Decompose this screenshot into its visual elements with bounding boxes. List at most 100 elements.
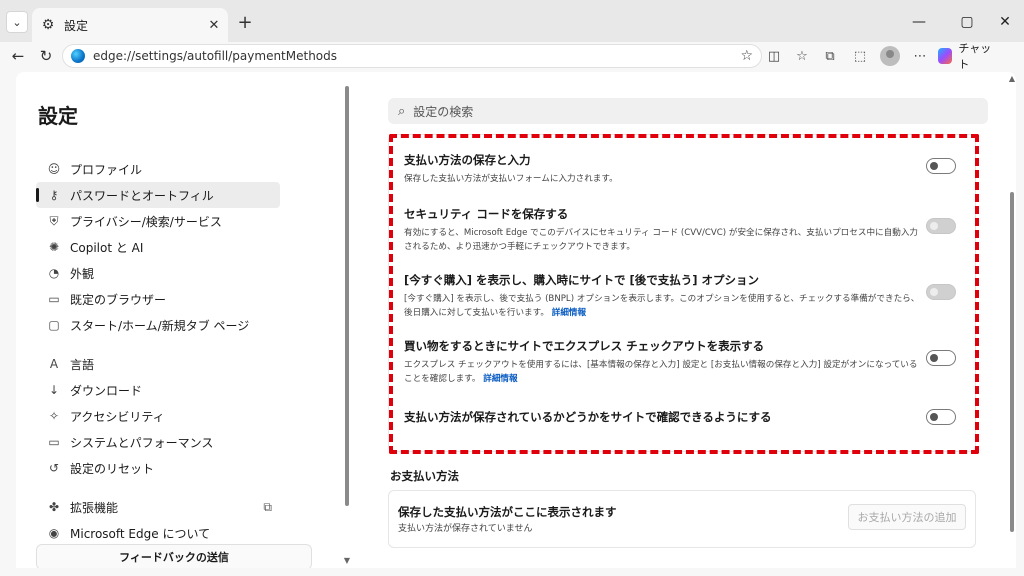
maximize-icon: ▢ <box>960 14 974 30</box>
sidebar-item-label: プロファイル <box>70 162 143 177</box>
setting-description-text: [今すぐ購入] を表示し、後で支払う (BNPL) オプションを表示します。この… <box>404 294 920 318</box>
minimize-button[interactable]: — <box>902 10 936 34</box>
setting-description: 保存した支払い方法が支払いフォームに入力されます。 <box>404 174 618 184</box>
toggle-bnpl[interactable] <box>926 284 956 300</box>
settings-sidebar: 設定 ☺ プロファイル ⚷ パスワードとオートフィル ⛨ プライバシー/検索/サ… <box>16 72 346 568</box>
settings-search-input[interactable]: ⌕ 設定の検索 <box>388 98 988 124</box>
setting-row-check-saved: 支払い方法が保存されているかどうかをサイトで確認できるようにする <box>404 409 964 425</box>
sidebar-item-label: 拡張機能 <box>70 500 119 515</box>
toggle-check-saved[interactable] <box>926 409 956 425</box>
appearance-icon: ◔ <box>48 266 60 280</box>
back-button[interactable]: ← <box>6 44 30 68</box>
new-tab-button[interactable]: + <box>234 11 256 33</box>
scroll-down-icon[interactable]: ▼ <box>343 556 351 565</box>
collections-icon: ⧉ <box>825 48 835 64</box>
screenshot-button[interactable]: ⬚ <box>848 44 872 68</box>
sidebar-item-system[interactable]: ▭ システムとパフォーマンス <box>36 429 280 455</box>
setting-description: エクスプレス チェックアウトを使用するには、[基本情報の保存と入力] 設定と [… <box>404 358 924 386</box>
setting-title: 買い物をするときにサイトでエクスプレス チェックアウトを表示する <box>404 339 765 353</box>
sidebar-item-privacy[interactable]: ⛨ プライバシー/検索/サービス <box>36 208 280 234</box>
toggle-save-payment[interactable] <box>926 158 956 174</box>
setting-row-express-checkout: 買い物をするときにサイトでエクスプレス チェックアウトを表示する エクスプレス … <box>404 338 964 386</box>
more-options-button[interactable]: ⋯ <box>908 44 932 68</box>
plus-icon: + <box>237 11 253 33</box>
copilot-icon: ✺ <box>48 240 60 254</box>
maximize-button[interactable]: ▢ <box>950 10 984 34</box>
sidebar-item-about[interactable]: ◉ Microsoft Edge について <box>36 520 280 546</box>
sidebar-item-appearance[interactable]: ◔ 外観 <box>36 260 280 286</box>
learn-more-link[interactable]: 詳細情報 <box>483 374 517 384</box>
screenshot-icon: ⬚ <box>853 48 867 64</box>
setting-description: [今すぐ購入] を表示し、後で支払う (BNPL) オプションを表示します。この… <box>404 292 924 320</box>
sidebar-item-label: Copilot と AI <box>70 240 144 255</box>
sidebar-item-downloads[interactable]: ↓ ダウンロード <box>36 377 280 403</box>
sidebar-item-profile[interactable]: ☺ プロファイル <box>36 156 280 182</box>
sidebar-item-label: 既定のブラウザー <box>70 292 167 307</box>
settings-page: 設定 ☺ プロファイル ⚷ パスワードとオートフィル ⛨ プライバシー/検索/サ… <box>16 72 1016 568</box>
edge-icon: ◉ <box>48 526 60 540</box>
edge-logo-icon <box>71 49 85 63</box>
avatar[interactable] <box>880 46 900 66</box>
setting-title: [今すぐ購入] を表示し、購入時にサイトで [後で支払う] オプション <box>404 273 760 287</box>
add-payment-method-button[interactable]: お支払い方法の追加 <box>848 504 966 530</box>
sidebar-scrollbar[interactable]: ▼ <box>343 72 351 568</box>
sidebar-item-default-browser[interactable]: ▭ 既定のブラウザー <box>36 286 280 312</box>
sidebar-item-accessibility[interactable]: ✧ アクセシビリティ <box>36 403 280 429</box>
payment-methods-empty-subtitle: 支払い方法が保存されていません <box>398 524 533 534</box>
sidebar-item-start-home[interactable]: ▢ スタート/ホーム/新規タブ ページ <box>36 312 280 338</box>
feedback-button[interactable]: フィードバックの送信 <box>36 544 312 568</box>
profile-icon: ☺ <box>47 162 61 176</box>
sidebar-scrollbar-thumb[interactable] <box>345 86 349 506</box>
copilot-icon <box>938 48 953 64</box>
main-scrollbar-thumb[interactable] <box>1010 192 1014 532</box>
sidebar-item-copilot[interactable]: ✺ Copilot と AI <box>36 234 280 260</box>
navigation-bar: ← ↻ edge://settings/autofill/paymentMeth… <box>0 42 1024 71</box>
payment-methods-heading: お支払い方法 <box>390 469 459 483</box>
language-icon: A <box>49 357 59 371</box>
sidebar-item-reset[interactable]: ↺ 設定のリセット <box>36 455 280 481</box>
refresh-icon: ↻ <box>39 47 53 65</box>
split-screen-button[interactable]: ◫ <box>762 44 786 68</box>
key-icon: ⚷ <box>49 188 59 202</box>
setting-row-save-payment: 支払い方法の保存と入力 保存した支払い方法が支払いフォームに入力されます。 <box>404 152 964 186</box>
tab-settings[interactable]: ⚙ 設定 ✕ <box>32 8 228 42</box>
external-link-icon: ⧉ <box>263 499 272 514</box>
search-placeholder: 設定の検索 <box>413 104 474 119</box>
address-url[interactable]: edge://settings/autofill/paymentMethods <box>93 49 740 63</box>
copilot-chat-button[interactable]: チャット <box>938 42 998 71</box>
setting-title: 支払い方法が保存されているかどうかをサイトで確認できるようにする <box>404 410 772 424</box>
sidebar-item-passwords-autofill[interactable]: ⚷ パスワードとオートフィル <box>36 182 280 208</box>
close-tab-icon[interactable]: ✕ <box>204 18 224 33</box>
sidebar-item-label: パスワードとオートフィル <box>70 188 214 203</box>
sidebar-item-extensions[interactable]: ✤ 拡張機能 ⧉ <box>36 494 280 520</box>
toggle-security-code[interactable] <box>926 218 956 234</box>
main-scrollbar[interactable]: ▲ <box>1008 72 1016 568</box>
tab-strip: ⌄ ⚙ 設定 ✕ + — ▢ ✕ <box>0 0 1024 42</box>
sidebar-item-label: システムとパフォーマンス <box>70 435 214 450</box>
close-window-button[interactable]: ✕ <box>988 10 1022 34</box>
sidebar-item-label: ダウンロード <box>70 383 143 398</box>
sidebar-item-label: スタート/ホーム/新規タブ ページ <box>70 318 250 333</box>
setting-description-text: エクスプレス チェックアウトを使用するには、[基本情報の保存と入力] 設定と [… <box>404 360 918 384</box>
extensions-icon: ✤ <box>48 500 60 514</box>
refresh-button[interactable]: ↻ <box>34 44 58 68</box>
lock-icon: ⛨ <box>49 213 59 228</box>
close-icon: ✕ <box>999 14 1011 30</box>
scroll-up-icon[interactable]: ▲ <box>1008 74 1016 83</box>
tab-actions-menu-button[interactable]: ⌄ <box>6 11 28 33</box>
sidebar-item-label: 言語 <box>70 357 95 372</box>
address-bar[interactable]: edge://settings/autofill/paymentMethods … <box>62 44 762 68</box>
favorites-button[interactable]: ☆ <box>790 44 814 68</box>
collections-button[interactable]: ⧉ <box>818 44 842 68</box>
split-screen-icon: ◫ <box>767 48 781 64</box>
learn-more-link[interactable]: 詳細情報 <box>552 308 586 318</box>
favorites-icon: ☆ <box>796 48 808 64</box>
sidebar-item-label: アクセシビリティ <box>70 409 165 424</box>
sidebar-item-label: 設定のリセット <box>70 461 155 476</box>
sidebar-item-languages[interactable]: A 言語 <box>36 351 280 377</box>
favorite-star-icon[interactable]: ☆ <box>740 48 753 64</box>
sidebar-item-label: 外観 <box>70 266 95 281</box>
chat-label: チャット <box>958 42 992 71</box>
setting-row-security-code: セキュリティ コードを保存する 有効にすると、Microsoft Edge でこ… <box>404 206 964 254</box>
toggle-express-checkout[interactable] <box>926 350 956 366</box>
